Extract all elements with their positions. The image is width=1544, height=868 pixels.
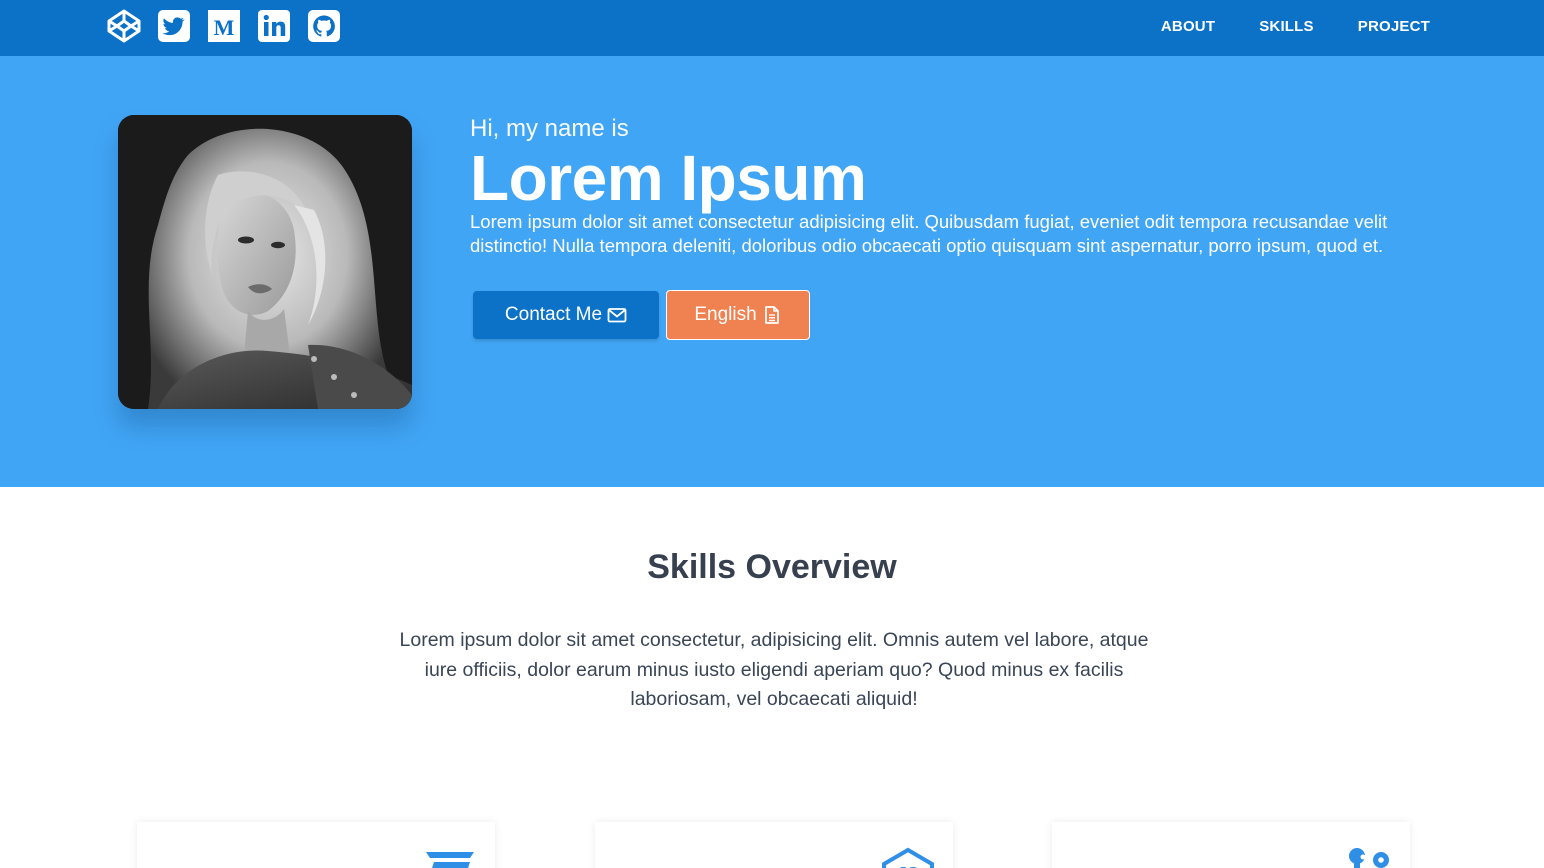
hero-text: Hi, my name is Lorem Ipsum Lorem ipsum d… bbox=[470, 114, 1460, 258]
contact-me-button[interactable]: Contact Me bbox=[473, 291, 659, 339]
twitter-icon[interactable] bbox=[156, 8, 192, 44]
skill-card-css bbox=[137, 822, 495, 868]
linkedin-icon[interactable] bbox=[256, 8, 292, 44]
github-icon[interactable] bbox=[306, 8, 342, 44]
greeting-text: Hi, my name is bbox=[470, 115, 629, 142]
top-navbar: M ABOUT SKILLS PROJECT bbox=[0, 0, 1544, 56]
nav-about-link[interactable]: ABOUT bbox=[1161, 18, 1215, 35]
nav-skills-link[interactable]: SKILLS bbox=[1259, 18, 1314, 35]
document-icon bbox=[762, 305, 782, 325]
english-cv-label: English bbox=[694, 304, 757, 325]
hero-section: Hi, my name is Lorem Ipsum Lorem ipsum d… bbox=[0, 56, 1544, 487]
profile-photo bbox=[118, 115, 412, 409]
skills-overview-heading: Skills Overview bbox=[647, 548, 897, 586]
js-icon: JS bbox=[878, 846, 938, 868]
main-nav: ABOUT SKILLS PROJECT bbox=[1161, 0, 1544, 52]
hero-name-heading: Lorem Ipsum bbox=[470, 142, 867, 214]
social-links: M bbox=[106, 8, 356, 44]
hero-intro-text: Lorem ipsum dolor sit amet consectetur a… bbox=[470, 211, 1388, 256]
medium-icon[interactable]: M bbox=[206, 8, 242, 44]
skill-card-js: JS bbox=[595, 822, 953, 868]
css3-icon bbox=[420, 846, 480, 868]
codepen-icon[interactable] bbox=[106, 8, 142, 44]
hero-buttons: Contact Me English bbox=[473, 290, 810, 340]
nav-project-link[interactable]: PROJECT bbox=[1358, 18, 1430, 35]
skill-card-git bbox=[1052, 822, 1410, 868]
svg-text:M: M bbox=[214, 15, 235, 40]
skills-description: Lorem ipsum dolor sit amet consectetur, … bbox=[399, 629, 1149, 710]
git-icon bbox=[1335, 846, 1395, 868]
envelope-icon bbox=[607, 305, 627, 325]
english-cv-button[interactable]: English bbox=[666, 290, 810, 340]
contact-me-label: Contact Me bbox=[504, 304, 603, 325]
svg-text:JS: JS bbox=[897, 864, 919, 868]
